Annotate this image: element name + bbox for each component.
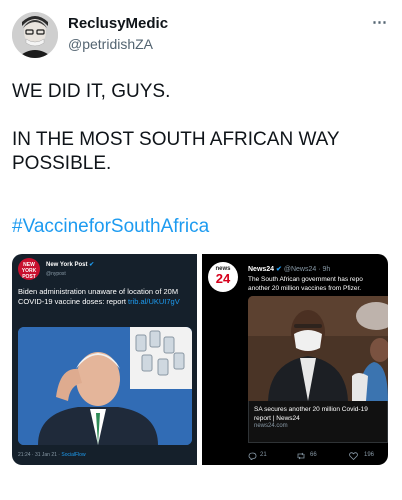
nypost-logo: NEW YORK POST — [18, 258, 40, 280]
news24-name: News24 ✔ @News24 · 9h — [248, 265, 330, 273]
nypost-handle: @nypost — [46, 271, 66, 277]
tweet-text: WE DID IT, GUYS. IN THE MOST SOUTH AFRIC… — [12, 80, 392, 176]
more-options-icon[interactable]: ⋯ — [372, 13, 387, 31]
retweet-count: 66 — [310, 452, 317, 458]
news24-domain: news24.com — [254, 423, 288, 429]
embedded-tweet-nypost[interactable]: NEW YORK POST New York Post ✔ @nypost Bi… — [12, 254, 197, 465]
reply-icon — [248, 452, 257, 462]
nypost-meta: 21:24 · 31 Jan 21 · SocialFlow — [18, 452, 86, 458]
reply-count: 21 — [260, 452, 267, 458]
news24-logo: news 24 — [208, 262, 238, 292]
nypost-link: trib.al/UKUI7gV — [128, 297, 180, 306]
news24-link-card[interactable]: SA secures another 20 million Covid-19 r… — [248, 401, 388, 443]
nypost-timestamp: 21:24 · 31 Jan 21 · — [18, 452, 62, 458]
news24-actions: 21 66 196 — [248, 452, 388, 462]
tweet-line-1: WE DID IT, GUYS. — [12, 81, 171, 102]
news24-text: The South African government has repo an… — [248, 275, 388, 293]
nypost-text: Biden administration unaware of location… — [18, 287, 194, 307]
verified-icon: ✔ — [89, 262, 95, 268]
hashtag-link[interactable]: #VaccineforSouthAfrica — [12, 216, 209, 238]
tweet-line-2: IN THE MOST SOUTH AFRICAN WAY — [12, 129, 340, 150]
nypost-name-text: New York Post — [46, 262, 88, 268]
nypost-name: New York Post ✔ — [46, 261, 94, 268]
verified-icon: ✔ — [276, 266, 282, 273]
biden-photo — [18, 327, 192, 445]
tweet-line-3: POSSIBLE. — [12, 153, 112, 174]
avatar[interactable] — [12, 12, 58, 58]
retweet-icon — [296, 452, 306, 462]
news24-name-text: News24 — [248, 266, 275, 273]
news24-photo — [248, 296, 388, 401]
user-handle[interactable]: @petridishZA — [68, 36, 153, 52]
news24-logo-number: 24 — [215, 271, 231, 286]
news24-handle-time: @News24 · 9h — [283, 266, 331, 273]
news24-caption-line-1: SA secures another 20 million Covid-19 — [254, 406, 368, 413]
news24-caption-line-2: report | News24 — [254, 415, 300, 422]
nypost-source: SocialFlow — [61, 452, 86, 458]
embedded-tweet-news24[interactable]: news 24 News24 ✔ @News24 · 9h The South … — [202, 254, 388, 465]
tweet-media[interactable]: NEW YORK POST New York Post ✔ @nypost Bi… — [12, 254, 388, 465]
like-icon — [349, 452, 358, 462]
news24-text-line-2: another 20 million vaccines from Pfizer. — [248, 285, 362, 292]
tweet: ReclusyMedic @petridishZA ⋯ WE DID IT, G… — [0, 0, 402, 500]
display-name[interactable]: ReclusyMedic — [68, 15, 168, 32]
like-count: 196 — [364, 452, 375, 458]
news24-text-line-1: The South African government has repo — [248, 276, 363, 283]
